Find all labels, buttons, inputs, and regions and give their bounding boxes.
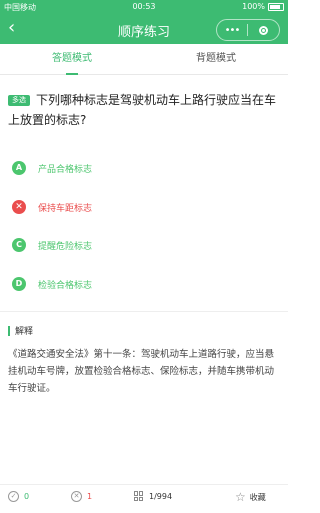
option-a-icon: A	[12, 161, 26, 175]
explanation-header: 解释	[8, 324, 33, 337]
explanation-text: 《道路交通安全法》第十一条：驾驶机动车上道路行驶，应当悬挂机动车号牌，放置检验合…	[8, 349, 275, 394]
x-circle-icon: ✕	[71, 491, 82, 502]
nav-bar: ‹ 顺序练习 •••	[0, 14, 288, 44]
explanation-accent-bar	[8, 325, 10, 336]
correct-count-item[interactable]: ✓ 0	[8, 491, 29, 502]
option-a[interactable]: A 产品合格标志	[12, 158, 92, 178]
target-icon	[258, 25, 268, 35]
explanation-title: 解释	[15, 327, 34, 337]
wrong-mark-icon: ✕	[12, 200, 26, 214]
wrong-count: 1	[87, 492, 93, 501]
star-icon: ☆	[235, 490, 246, 504]
bottom-bar: ✓ 0 ✕ 1 1/994 ☆ 收藏	[0, 484, 288, 513]
favorite-label: 收藏	[249, 492, 266, 502]
option-c-icon: C	[12, 238, 26, 252]
progress-counter: 1/994	[149, 491, 173, 501]
option-d-icon: D	[12, 277, 26, 291]
check-circle-icon: ✓	[8, 491, 19, 502]
battery-icon	[268, 2, 284, 11]
option-d[interactable]: D 检验合格标志	[12, 274, 92, 294]
more-icon[interactable]: •••	[217, 25, 247, 36]
option-d-text: 检验合格标志	[38, 280, 93, 291]
status-right: 100%	[242, 2, 284, 11]
question: 多选 下列哪种标志是驾驶机动车上路行驶应当在车上放置的标志?	[8, 90, 280, 130]
battery-percent: 100%	[242, 2, 265, 11]
mini-program-capsule: •••	[216, 19, 280, 41]
correct-count: 0	[24, 492, 30, 501]
option-c[interactable]: C 提醒危险标志	[12, 235, 92, 255]
question-index-button[interactable]: 1/994	[134, 491, 172, 501]
close-mini-program-button[interactable]	[248, 25, 278, 35]
section-divider	[0, 311, 288, 312]
wrong-count-item[interactable]: ✕ 1	[71, 491, 92, 502]
tab-memorize-mode[interactable]: 背题模式	[144, 44, 288, 74]
question-text: 下列哪种标志是驾驶机动车上路行驶应当在车上放置的标志?	[8, 93, 277, 127]
option-a-text: 产品合格标志	[38, 164, 93, 175]
status-bar: 中国移动 00:53 100%	[0, 0, 288, 14]
option-c-text: 提醒危险标志	[38, 241, 93, 252]
mode-tabs: 答题模式 背题模式	[0, 44, 288, 75]
question-type-badge: 多选	[8, 95, 30, 106]
tab-answer-mode[interactable]: 答题模式	[0, 44, 144, 75]
grid-icon	[134, 491, 144, 501]
option-b[interactable]: ✕ 保持车距标志	[12, 197, 92, 217]
favorite-button[interactable]: ☆ 收藏	[235, 491, 266, 503]
option-b-text: 保持车距标志	[38, 203, 93, 214]
